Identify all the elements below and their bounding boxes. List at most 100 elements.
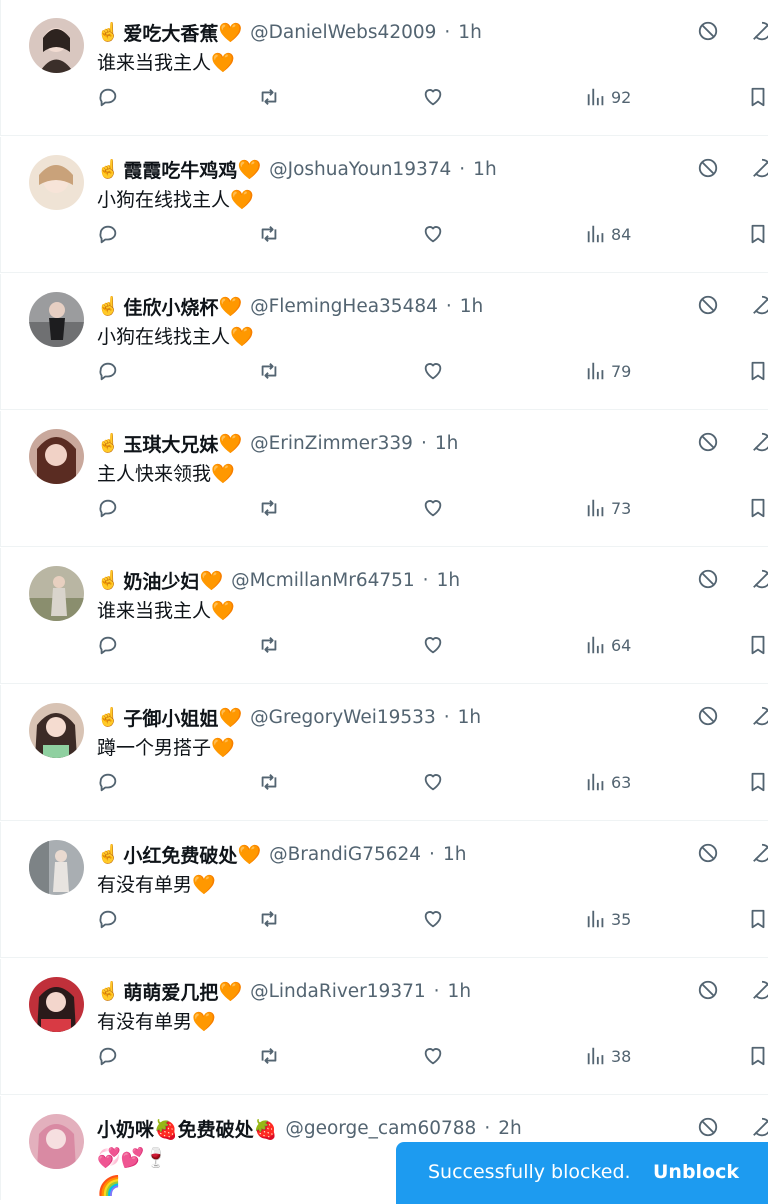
- tweet[interactable]: ☝️ 奶油少妇 🧡 @McmillanMr64751 · 1h 谁来当我主人🧡 6…: [0, 548, 768, 684]
- handle[interactable]: @GregoryWei19533: [250, 707, 436, 728]
- like-button[interactable]: [422, 904, 444, 934]
- timestamp[interactable]: 1h: [443, 844, 467, 865]
- block-icon[interactable]: [697, 705, 719, 727]
- display-name[interactable]: 小奶咪🍓免费破处🍓: [97, 1115, 277, 1142]
- block-icon[interactable]: [697, 431, 719, 453]
- reply-button[interactable]: [97, 767, 119, 797]
- display-name[interactable]: 霞霞吃牛鸡鸡: [123, 156, 237, 183]
- retweet-button[interactable]: [258, 1041, 280, 1071]
- tweet[interactable]: ☝️ 萌萌爱几把 🧡 @LindaRiver19371 · 1h 有没有单男🧡 3…: [0, 959, 768, 1095]
- handle[interactable]: @ErinZimmer339: [250, 433, 413, 454]
- mute-icon[interactable]: [751, 20, 768, 42]
- retweet-button[interactable]: [258, 767, 280, 797]
- bookmark-button[interactable]: [747, 82, 768, 112]
- reply-button[interactable]: [97, 356, 119, 386]
- avatar[interactable]: [29, 155, 84, 210]
- block-icon[interactable]: [697, 842, 719, 864]
- avatar[interactable]: [29, 18, 84, 73]
- views-button[interactable]: 92: [585, 82, 631, 112]
- bookmark-button[interactable]: [747, 904, 768, 934]
- retweet-button[interactable]: [258, 82, 280, 112]
- handle[interactable]: @McmillanMr64751: [231, 570, 415, 591]
- views-button[interactable]: 35: [585, 904, 631, 934]
- handle[interactable]: @LindaRiver19371: [250, 981, 426, 1002]
- mute-icon[interactable]: [751, 294, 768, 316]
- timestamp[interactable]: 1h: [437, 570, 461, 591]
- reply-button[interactable]: [97, 493, 119, 523]
- views-button[interactable]: 84: [585, 219, 631, 249]
- timestamp[interactable]: 1h: [473, 159, 497, 180]
- like-button[interactable]: [422, 356, 444, 386]
- display-name[interactable]: 萌萌爱几把: [123, 978, 218, 1005]
- bookmark-button[interactable]: [747, 767, 768, 797]
- timestamp[interactable]: 2h: [498, 1118, 522, 1139]
- block-icon[interactable]: [697, 20, 719, 42]
- mute-icon[interactable]: [751, 842, 768, 864]
- bookmark-button[interactable]: [747, 630, 768, 660]
- handle[interactable]: @FlemingHea35484: [250, 296, 438, 317]
- tweet[interactable]: ☝️ 霞霞吃牛鸡鸡 🧡 @JoshuaYoun19374 · 1h 小狗在线找主人…: [0, 137, 768, 273]
- avatar[interactable]: [29, 1114, 84, 1169]
- block-icon[interactable]: [697, 568, 719, 590]
- like-button[interactable]: [422, 82, 444, 112]
- reply-button[interactable]: [97, 1041, 119, 1071]
- mute-icon[interactable]: [751, 979, 768, 1001]
- like-button[interactable]: [422, 767, 444, 797]
- mute-icon[interactable]: [751, 705, 768, 727]
- reply-button[interactable]: [97, 630, 119, 660]
- unblock-button[interactable]: Unblock: [653, 1161, 739, 1183]
- timestamp[interactable]: 1h: [458, 707, 482, 728]
- bookmark-button[interactable]: [747, 493, 768, 523]
- mute-icon[interactable]: [751, 431, 768, 453]
- handle[interactable]: @george_cam60788: [285, 1118, 476, 1139]
- like-button[interactable]: [422, 493, 444, 523]
- reply-button[interactable]: [97, 82, 119, 112]
- timestamp[interactable]: 1h: [448, 981, 472, 1002]
- bookmark-button[interactable]: [747, 356, 768, 386]
- retweet-button[interactable]: [258, 630, 280, 660]
- tweet[interactable]: ☝️ 爱吃大香蕉 🧡 @DanielWebs42009 · 1h 谁来当我主人🧡 …: [0, 0, 768, 136]
- like-button[interactable]: [422, 1041, 444, 1071]
- display-name[interactable]: 玉琪大兄妹: [123, 430, 218, 457]
- reply-button[interactable]: [97, 219, 119, 249]
- display-name[interactable]: 佳欣小烧杯: [123, 293, 218, 320]
- mute-icon[interactable]: [751, 1116, 768, 1138]
- tweet[interactable]: ☝️ 子御小姐姐 🧡 @GregoryWei19533 · 1h 蹲一个男搭子🧡 …: [0, 685, 768, 821]
- like-button[interactable]: [422, 219, 444, 249]
- block-icon[interactable]: [697, 979, 719, 1001]
- tweet[interactable]: ☝️ 玉琪大兄妹 🧡 @ErinZimmer339 · 1h 主人快来领我🧡 73: [0, 411, 768, 547]
- display-name[interactable]: 爱吃大香蕉: [123, 19, 218, 46]
- retweet-button[interactable]: [258, 356, 280, 386]
- avatar[interactable]: [29, 977, 84, 1032]
- display-name[interactable]: 奶油少妇: [123, 567, 199, 594]
- views-button[interactable]: 73: [585, 493, 631, 523]
- avatar[interactable]: [29, 703, 84, 758]
- block-icon[interactable]: [697, 157, 719, 179]
- views-button[interactable]: 64: [585, 630, 631, 660]
- views-button[interactable]: 38: [585, 1041, 631, 1071]
- display-name[interactable]: 小红免费破处: [123, 841, 237, 868]
- timestamp[interactable]: 1h: [460, 296, 484, 317]
- display-name[interactable]: 子御小姐姐: [123, 704, 218, 731]
- timestamp[interactable]: 1h: [435, 433, 459, 454]
- handle[interactable]: @DanielWebs42009: [250, 22, 436, 43]
- reply-button[interactable]: [97, 904, 119, 934]
- tweet[interactable]: ☝️ 佳欣小烧杯 🧡 @FlemingHea35484 · 1h 小狗在线找主人🧡…: [0, 274, 768, 410]
- avatar[interactable]: [29, 840, 84, 895]
- avatar[interactable]: [29, 429, 84, 484]
- views-button[interactable]: 63: [585, 767, 631, 797]
- block-icon[interactable]: [697, 1116, 719, 1138]
- bookmark-button[interactable]: [747, 1041, 768, 1071]
- avatar[interactable]: [29, 292, 84, 347]
- mute-icon[interactable]: [751, 568, 768, 590]
- tweet[interactable]: ☝️ 小红免费破处 🧡 @BrandiG75624 · 1h 有没有单男🧡 35: [0, 822, 768, 958]
- bookmark-button[interactable]: [747, 219, 768, 249]
- handle[interactable]: @JoshuaYoun19374: [269, 159, 451, 180]
- views-button[interactable]: 79: [585, 356, 631, 386]
- retweet-button[interactable]: [258, 904, 280, 934]
- timestamp[interactable]: 1h: [458, 22, 482, 43]
- mute-icon[interactable]: [751, 157, 768, 179]
- retweet-button[interactable]: [258, 219, 280, 249]
- handle[interactable]: @BrandiG75624: [269, 844, 421, 865]
- avatar[interactable]: [29, 566, 84, 621]
